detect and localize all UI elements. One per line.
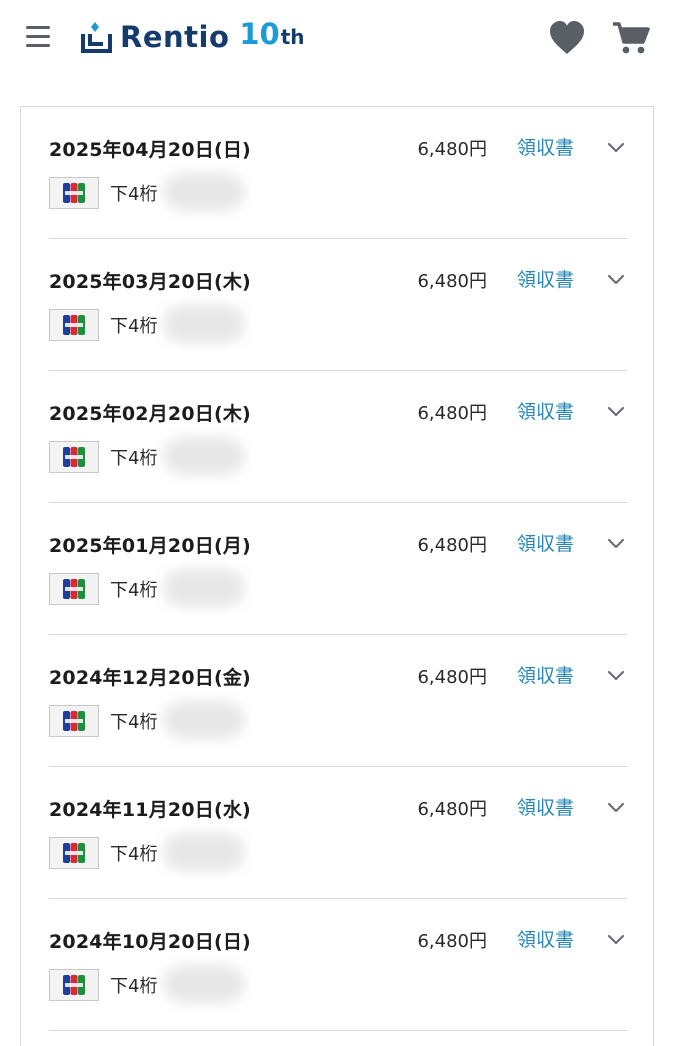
masked-card-digits xyxy=(163,437,245,475)
jcb-card-icon xyxy=(49,705,99,737)
payment-row: 2024年11月20日(水) 6,480円 領収書 下4桁 xyxy=(49,767,627,899)
receipt-link[interactable]: 領収書 xyxy=(517,661,574,688)
payment-date: 2025年03月20日(木) xyxy=(49,271,251,293)
card-last4-label: 下4桁 xyxy=(110,976,158,997)
brand-logo[interactable]: Rentio 10th xyxy=(80,14,305,54)
receipt-link[interactable]: 領収書 xyxy=(517,265,574,292)
jcb-card-icon xyxy=(49,837,99,869)
row-divider xyxy=(49,1030,627,1031)
chevron-down-icon[interactable] xyxy=(606,139,626,155)
payment-amount: 6,480円 xyxy=(417,667,487,688)
payment-amount: 6,480円 xyxy=(417,931,487,952)
payment-date: 2025年02月20日(木) xyxy=(49,403,251,425)
hamburger-menu-icon[interactable] xyxy=(26,26,50,48)
payment-row: 2024年10月20日(日) 6,480円 領収書 下4桁 xyxy=(49,899,627,1031)
card-last4-label: 下4桁 xyxy=(110,844,158,865)
masked-card-digits xyxy=(163,701,245,739)
payment-row: 2025年02月20日(木) 6,480円 領収書 下4桁 xyxy=(49,371,627,503)
payment-amount: 6,480円 xyxy=(417,535,487,556)
jcb-card-icon xyxy=(49,573,99,605)
payment-date: 2025年01月20日(月) xyxy=(49,535,251,557)
chevron-down-icon[interactable] xyxy=(606,535,626,551)
chevron-down-icon[interactable] xyxy=(606,799,626,815)
payment-date: 2024年11月20日(水) xyxy=(49,799,251,821)
jcb-card-icon xyxy=(49,177,99,209)
card-last4-label: 下4桁 xyxy=(110,184,158,205)
payment-date: 2024年12月20日(金) xyxy=(49,667,251,689)
heart-icon[interactable] xyxy=(548,20,586,56)
chevron-down-icon[interactable] xyxy=(606,667,626,683)
card-last4-label: 下4桁 xyxy=(110,712,158,733)
payment-date: 2024年10月20日(日) xyxy=(49,931,251,953)
jcb-card-icon xyxy=(49,969,99,1001)
masked-card-digits xyxy=(163,833,245,871)
payment-row: 2025年03月20日(木) 6,480円 領収書 下4桁 xyxy=(49,239,627,371)
payment-row: 2025年01月20日(月) 6,480円 領収書 下4桁 xyxy=(49,503,627,635)
payment-amount: 6,480円 xyxy=(417,271,487,292)
jcb-card-icon xyxy=(49,309,99,341)
jcb-card-icon xyxy=(49,441,99,473)
card-last4-label: 下4桁 xyxy=(110,580,158,601)
chevron-down-icon[interactable] xyxy=(606,403,626,419)
card-last4-label: 下4桁 xyxy=(110,316,158,337)
receipt-link[interactable]: 領収書 xyxy=(517,925,574,952)
cart-icon[interactable] xyxy=(612,20,650,56)
payment-amount: 6,480円 xyxy=(417,139,487,160)
payment-amount: 6,480円 xyxy=(417,799,487,820)
card-last4-label: 下4桁 xyxy=(110,448,158,469)
brand-name: Rentio xyxy=(120,20,230,54)
masked-card-digits xyxy=(163,965,245,1003)
app-header: Rentio 10th xyxy=(0,0,674,78)
payment-row: 2024年12月20日(金) 6,480円 領収書 下4桁 xyxy=(49,635,627,767)
rentio-logo-mark-icon xyxy=(81,22,112,53)
chevron-down-icon[interactable] xyxy=(606,931,626,947)
receipt-link[interactable]: 領収書 xyxy=(517,397,574,424)
payment-amount: 6,480円 xyxy=(417,403,487,424)
payment-history-panel: 2025年04月20日(日) 6,480円 領収書 下4桁 2025年03月20… xyxy=(20,106,654,1046)
anniversary-badge: 10th xyxy=(239,17,305,51)
chevron-down-icon[interactable] xyxy=(606,271,626,287)
masked-card-digits xyxy=(163,173,245,211)
receipt-link[interactable]: 領収書 xyxy=(517,529,574,556)
payment-date: 2025年04月20日(日) xyxy=(49,139,251,161)
masked-card-digits xyxy=(163,305,245,343)
payment-row: 2025年04月20日(日) 6,480円 領収書 下4桁 xyxy=(49,107,627,239)
masked-card-digits xyxy=(163,569,245,607)
receipt-link[interactable]: 領収書 xyxy=(517,793,574,820)
receipt-link[interactable]: 領収書 xyxy=(517,133,574,160)
